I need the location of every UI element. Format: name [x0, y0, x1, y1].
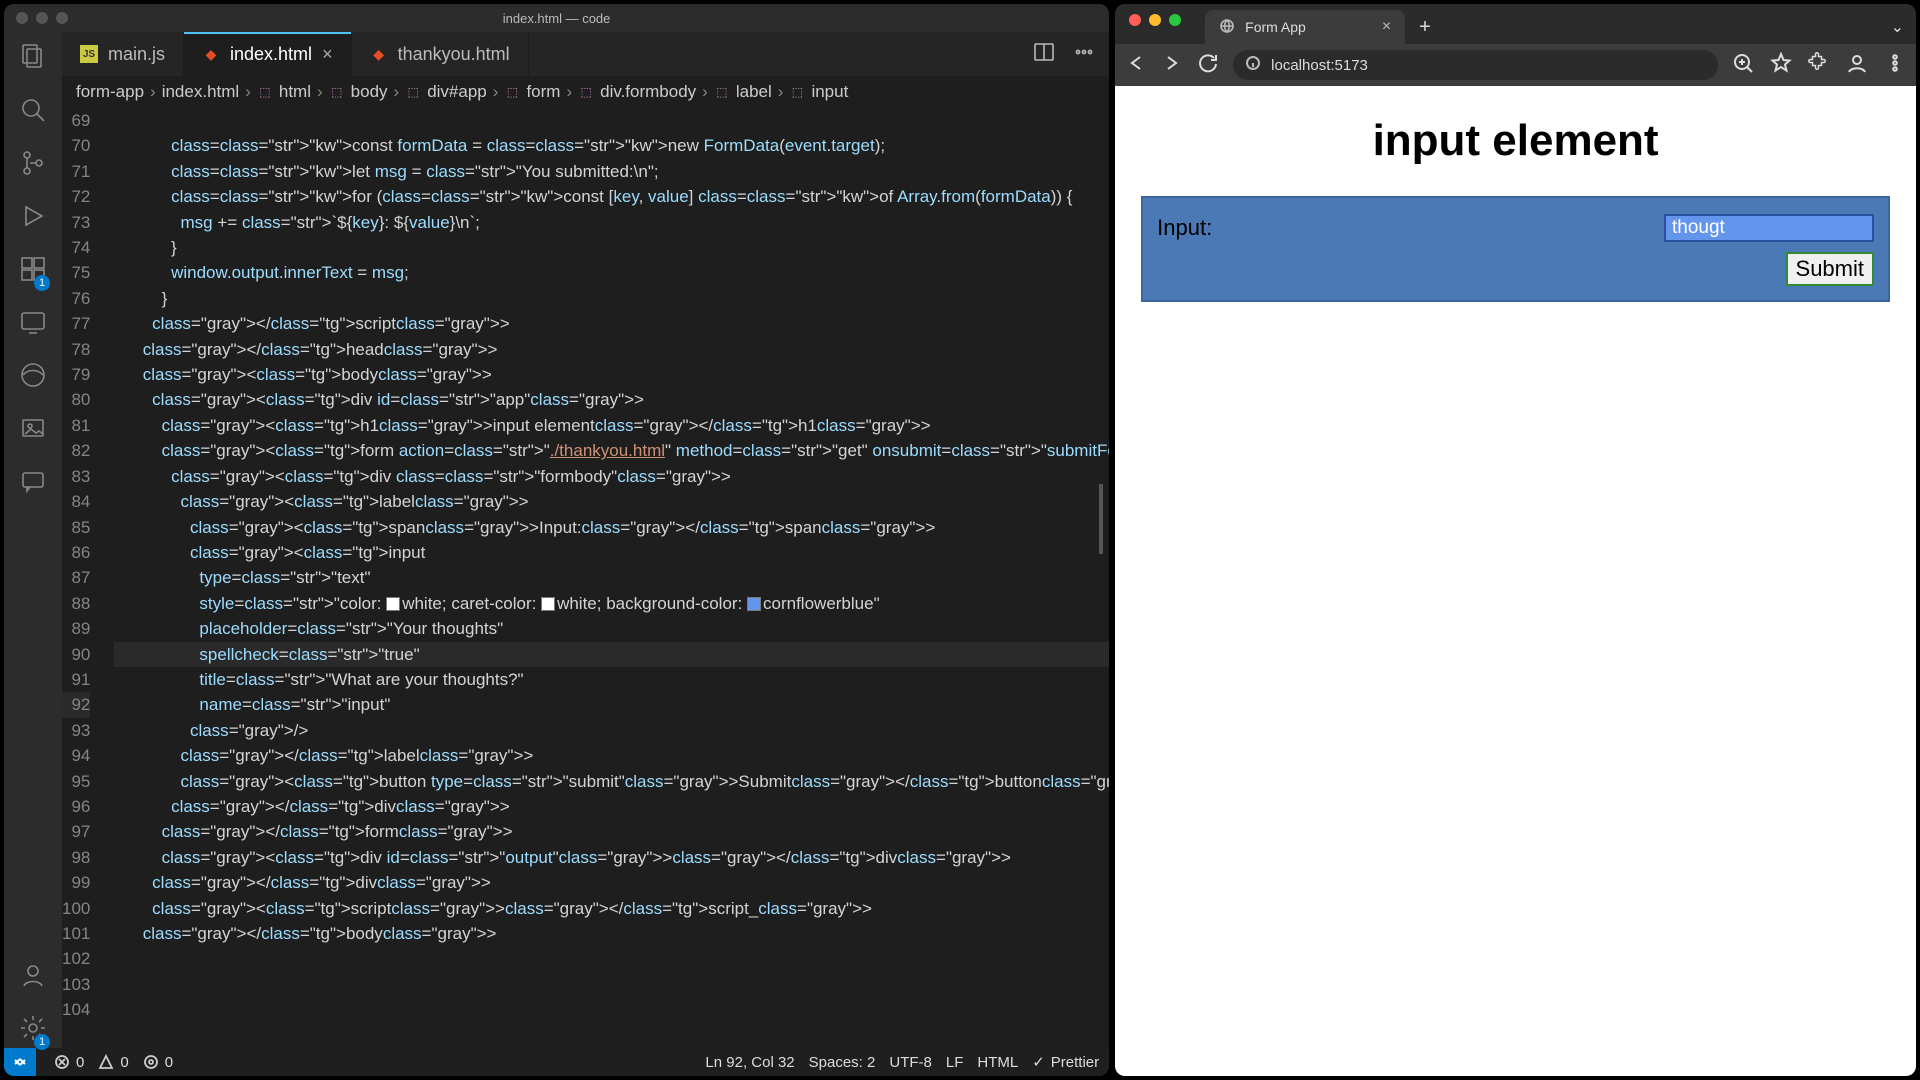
vscode-window: index.html — code 1 1: [4, 4, 1109, 1076]
status-bar: 0 0 0 Ln 92, Col 32 Spaces: 2 UTF-8 LF H…: [4, 1048, 1109, 1076]
status-cursor[interactable]: Ln 92, Col 32: [705, 1054, 794, 1071]
editor-region: JS main.js ◆ index.html × ◆ thankyou.htm…: [62, 32, 1109, 1048]
menu-kebab-icon[interactable]: [1884, 52, 1906, 79]
more-actions-icon[interactable]: [1073, 41, 1095, 68]
code-content[interactable]: class=class="str">"kw">const formData = …: [114, 108, 1109, 1048]
new-tab-button[interactable]: +: [1405, 10, 1445, 44]
text-input[interactable]: [1664, 214, 1874, 242]
tab-list-dropdown-icon[interactable]: ⌄: [1879, 10, 1916, 44]
form-body: Input: Submit: [1141, 196, 1890, 302]
remote-indicator[interactable]: [4, 1048, 36, 1076]
window-controls[interactable]: [16, 12, 68, 24]
line-gutter: 6970717273747576777879808182838485868788…: [62, 108, 114, 1048]
browser-tab[interactable]: Form App ×: [1205, 10, 1405, 44]
minimize-dot[interactable]: [1149, 14, 1161, 26]
source-control-icon[interactable]: [18, 148, 48, 183]
tab-main-js[interactable]: JS main.js: [62, 32, 184, 76]
status-warnings[interactable]: 0: [98, 1054, 128, 1071]
status-errors[interactable]: 0: [54, 1054, 84, 1071]
minimap-slider[interactable]: [1099, 484, 1103, 554]
tab-label: index.html: [230, 44, 312, 65]
minimize-dot[interactable]: [36, 12, 48, 24]
explorer-icon[interactable]: [18, 42, 48, 77]
breadcrumb[interactable]: form-app›index.html›⬚html›⬚body›⬚div#app…: [62, 76, 1109, 108]
status-lang[interactable]: HTML: [977, 1054, 1018, 1071]
zoom-dot[interactable]: [56, 12, 68, 24]
page-viewport: input element Input: Submit: [1115, 86, 1916, 1076]
split-editor-icon[interactable]: [1033, 41, 1055, 68]
editor-tabbar: JS main.js ◆ index.html × ◆ thankyou.htm…: [62, 32, 1109, 76]
activity-bar: 1 1: [4, 32, 62, 1048]
browser-toolbar: localhost:5173: [1115, 44, 1916, 86]
settings-badge: 1: [34, 1034, 50, 1050]
back-icon[interactable]: [1125, 52, 1147, 79]
browser-window-controls[interactable]: [1129, 14, 1181, 26]
browser-tab-title: Form App: [1245, 19, 1306, 35]
tab-index-html[interactable]: ◆ index.html ×: [184, 32, 352, 76]
settings-gear-icon[interactable]: 1: [18, 1013, 48, 1048]
input-label: Input:: [1157, 215, 1212, 241]
status-ports[interactable]: 0: [143, 1054, 173, 1071]
tab-label: main.js: [108, 44, 165, 65]
extensions-puzzle-icon[interactable]: [1808, 52, 1830, 79]
status-spaces[interactable]: Spaces: 2: [809, 1054, 876, 1071]
reload-icon[interactable]: [1197, 52, 1219, 79]
status-formatter[interactable]: ✓ Prettier: [1032, 1053, 1099, 1071]
status-eol[interactable]: LF: [946, 1054, 964, 1071]
comments-icon[interactable]: [18, 466, 48, 501]
status-encoding[interactable]: UTF-8: [889, 1054, 932, 1071]
vscode-titlebar[interactable]: index.html — code: [4, 4, 1109, 32]
forward-icon[interactable]: [1161, 52, 1183, 79]
profile-icon[interactable]: [1846, 52, 1868, 79]
remote-explorer-icon[interactable]: [18, 307, 48, 342]
tab-thankyou-html[interactable]: ◆ thankyou.html: [352, 32, 529, 76]
image-preview-icon[interactable]: [18, 413, 48, 448]
site-info-icon[interactable]: [1245, 55, 1261, 75]
edge-tools-icon[interactable]: [18, 360, 48, 395]
close-tab-icon[interactable]: ×: [1382, 18, 1391, 36]
globe-icon: [1219, 18, 1235, 37]
address-bar[interactable]: localhost:5173: [1233, 50, 1718, 80]
extensions-badge: 1: [34, 275, 50, 291]
close-dot[interactable]: [1129, 14, 1141, 26]
search-icon[interactable]: [18, 95, 48, 130]
tab-label: thankyou.html: [398, 44, 510, 65]
submit-button[interactable]: Submit: [1786, 252, 1874, 286]
zoom-dot[interactable]: [1169, 14, 1181, 26]
zoom-icon[interactable]: [1732, 52, 1754, 79]
close-icon[interactable]: ×: [322, 44, 333, 65]
url-text: localhost:5173: [1271, 57, 1368, 74]
close-dot[interactable]: [16, 12, 28, 24]
accounts-icon[interactable]: [18, 960, 48, 995]
bookmark-star-icon[interactable]: [1770, 52, 1792, 79]
browser-window: Form App × + ⌄ localhost:5173: [1115, 4, 1916, 1076]
code-editor[interactable]: 6970717273747576777879808182838485868788…: [62, 108, 1109, 1048]
run-debug-icon[interactable]: [18, 201, 48, 236]
extensions-icon[interactable]: 1: [18, 254, 48, 289]
page-heading: input element: [1141, 116, 1890, 166]
window-title: index.html — code: [503, 11, 611, 26]
